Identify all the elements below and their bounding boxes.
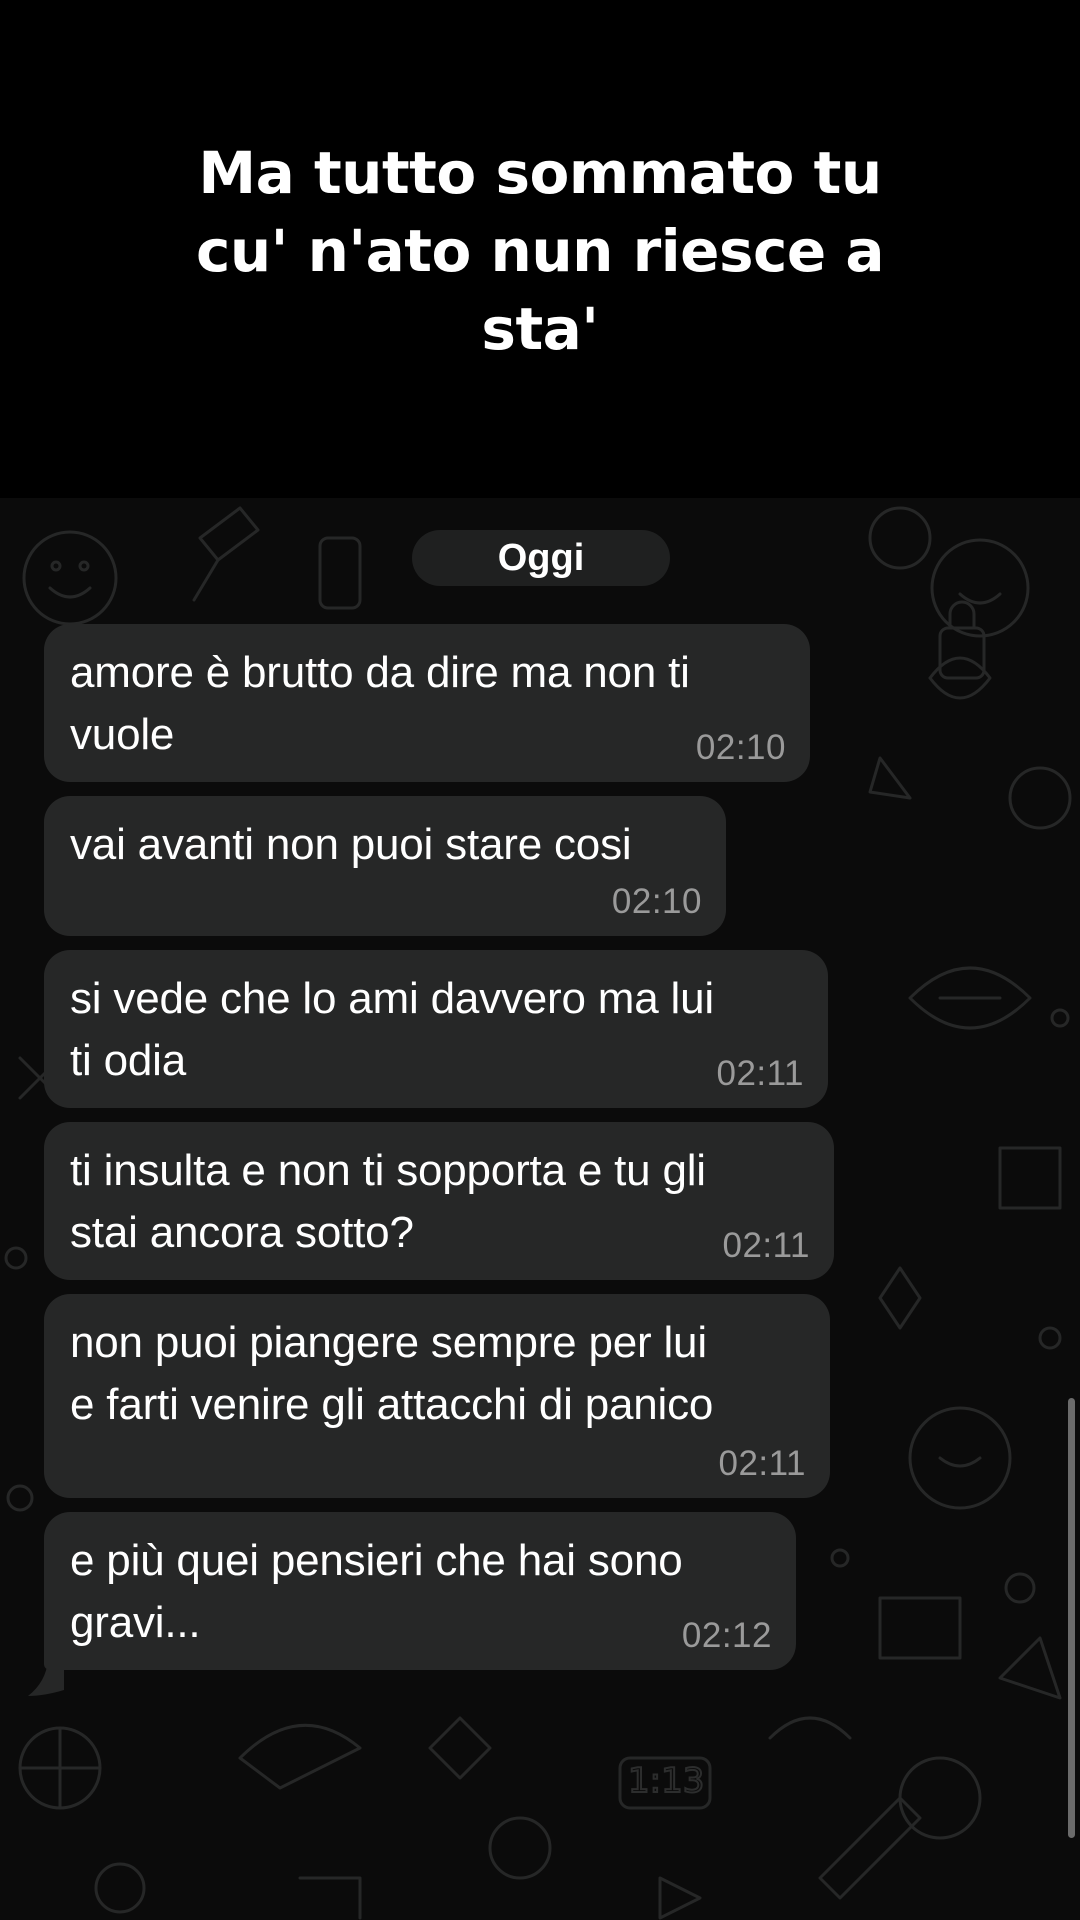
message-time: 02:10 — [611, 882, 702, 921]
message-text: e più quei pensieri che hai sono gravi..… — [70, 1536, 683, 1647]
caption-line: Ma tutto sommato tu — [198, 139, 882, 207]
phone-doodle-icon — [318, 536, 362, 610]
message-text: amore è brutto da dire ma non ti vuole — [70, 648, 690, 759]
message-text: si vede che lo ami davvero ma lui ti odi… — [70, 974, 714, 1085]
caption-line: cu' n'ato nun riesce a — [195, 217, 885, 285]
bird-doodle-icon — [238, 1723, 362, 1790]
message-text: non puoi piangere sempre per lui e farti… — [70, 1318, 714, 1429]
message-time: 02:10 — [695, 728, 786, 767]
message-text: vai avanti non puoi stare cosi — [70, 820, 632, 869]
message-time: 02:11 — [716, 1054, 804, 1093]
date-separator: Oggi — [412, 530, 670, 586]
pencil-doodle-icon — [818, 1796, 922, 1900]
message-bubble[interactable]: non puoi piangere sempre per lui e farti… — [44, 1294, 830, 1498]
bottle-doodle-icon — [192, 506, 260, 602]
message-bubble[interactable]: amore è brutto da dire ma non ti vuole 0… — [44, 624, 810, 782]
story-screen: Ma tutto sommato tu cu' n'ato nun riesce… — [0, 0, 1080, 1920]
message-time: 02:11 — [718, 1444, 806, 1483]
message-bubble[interactable]: si vede che lo ami davvero ma lui ti odi… — [44, 950, 828, 1108]
scrollbar[interactable] — [1068, 1398, 1075, 1838]
football-doodle-icon — [908, 966, 1032, 1030]
message-time: 02:11 — [722, 1226, 810, 1265]
smiley-doodle-icon — [22, 530, 118, 626]
message-bubble[interactable]: e più quei pensieri che hai sono gravi..… — [44, 1512, 796, 1670]
message-time: 02:12 — [681, 1616, 772, 1655]
message-bubble[interactable]: vai avanti non puoi stare cosi 02:10 — [44, 796, 726, 936]
caption-text: Ma tutto sommato tu cu' n'ato nun riesce… — [170, 134, 910, 368]
heart-doodle-icon — [868, 506, 932, 570]
wallpaper-doodle-text: 1:13 — [628, 1761, 704, 1801]
message-bubble[interactable]: ti insulta e non ti sopporta e tu gli st… — [44, 1122, 834, 1280]
message-text: ti insulta e non ti sopporta e tu gli st… — [70, 1146, 706, 1257]
chat-screenshot: 1:13 Oggi amore è brutto da dire ma non … — [0, 498, 1080, 1920]
caption-line: sta' — [481, 295, 599, 363]
story-caption: Ma tutto sommato tu cu' n'ato nun riesce… — [0, 0, 1080, 498]
